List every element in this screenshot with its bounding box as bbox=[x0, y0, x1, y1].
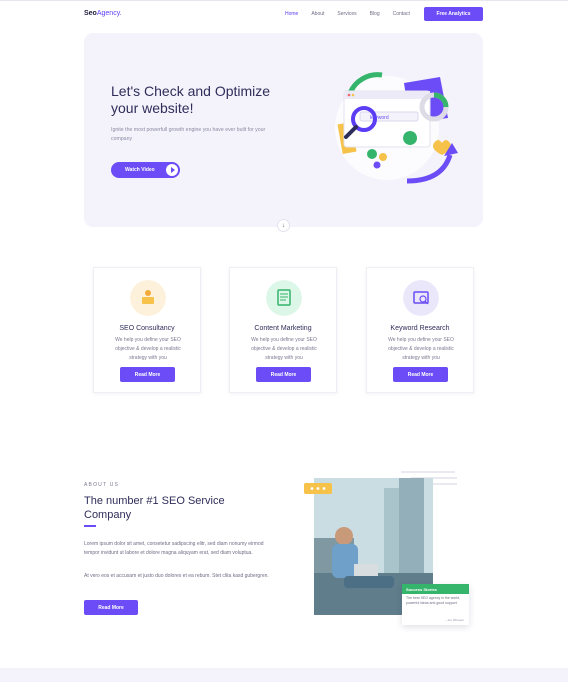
service-description: We help you define your SEO objective & … bbox=[251, 337, 317, 361]
page: SeoAgency. Home About Services Blog Cont… bbox=[0, 0, 568, 682]
success-title: Success Stories bbox=[402, 584, 469, 594]
browser-dot bbox=[347, 93, 351, 97]
service-description: We help you define your SEO objective & … bbox=[388, 337, 454, 361]
watch-video-button[interactable]: Watch Video bbox=[111, 162, 180, 178]
success-stories-card: Success Stories The best SEO agency in t… bbox=[402, 584, 469, 625]
seo-illustration: keyword bbox=[335, 72, 458, 184]
nav-blog[interactable]: Blog bbox=[370, 10, 380, 18]
gear-icon bbox=[373, 161, 381, 169]
nav-home[interactable]: Home bbox=[285, 10, 298, 18]
service-description: We help you define your SEO objective & … bbox=[115, 337, 181, 361]
hero-section: Let's Check and Optimize your website! I… bbox=[84, 33, 483, 232]
gear-icon bbox=[367, 149, 377, 159]
service-card-seo-consultancy: SEO Consultancy We help you define your … bbox=[93, 267, 201, 393]
search-box bbox=[359, 111, 419, 122]
nav-about[interactable]: About bbox=[311, 10, 324, 18]
logo[interactable]: SeoAgency. bbox=[84, 10, 122, 17]
read-more-button[interactable]: Read More bbox=[256, 367, 311, 382]
main-nav: Home About Services Blog Contact bbox=[285, 10, 423, 18]
browser-dot bbox=[351, 93, 355, 97]
about-paragraph: Lorem ipsum dolor sit amet, consetetur s… bbox=[84, 541, 264, 556]
success-text: The best SEO agency in the world, powerf… bbox=[406, 596, 461, 605]
scroll-down-button[interactable]: ↓ bbox=[277, 219, 290, 232]
about-kicker: ABOUT US bbox=[84, 482, 120, 488]
browser-bar bbox=[344, 91, 430, 99]
service-title: Keyword Research bbox=[390, 325, 450, 332]
content-icon bbox=[266, 280, 302, 316]
title-underline bbox=[84, 525, 96, 527]
nav-services[interactable]: Services bbox=[337, 10, 356, 18]
free-analytics-button[interactable]: Free Analytics bbox=[424, 7, 483, 21]
about-title: The number #1 SEO Service Company bbox=[84, 495, 225, 521]
hero-title: Let's Check and Optimize your website! bbox=[111, 83, 271, 116]
gear-icon bbox=[379, 153, 387, 161]
rating-badge bbox=[304, 483, 332, 494]
about-read-more-button[interactable]: Read More bbox=[84, 600, 138, 615]
service-card-content-marketing: Content Marketing We help you define you… bbox=[229, 267, 337, 393]
play-icon bbox=[166, 164, 178, 176]
logo-accent: Agency. bbox=[96, 10, 122, 17]
read-more-button[interactable]: Read More bbox=[120, 367, 175, 382]
service-title: Content Marketing bbox=[254, 325, 312, 332]
about-paragraph: At vero eos et accusam et justo duo dolo… bbox=[84, 573, 269, 579]
consultancy-icon bbox=[130, 280, 166, 316]
service-card-keyword-research: Keyword Research We help you define your… bbox=[366, 267, 474, 393]
watch-video-label: Watch Video bbox=[125, 167, 155, 173]
footer-band bbox=[0, 668, 568, 682]
success-author: - Joe Wheeler bbox=[445, 618, 464, 622]
service-title: SEO Consultancy bbox=[119, 325, 175, 332]
logo-main: Seo bbox=[84, 10, 97, 17]
hero-subtitle: Ignite the most powerfull growth engine … bbox=[111, 127, 266, 142]
read-more-button[interactable]: Read More bbox=[393, 367, 448, 382]
nav-contact[interactable]: Contact bbox=[393, 10, 410, 18]
keyword-icon bbox=[403, 280, 439, 316]
